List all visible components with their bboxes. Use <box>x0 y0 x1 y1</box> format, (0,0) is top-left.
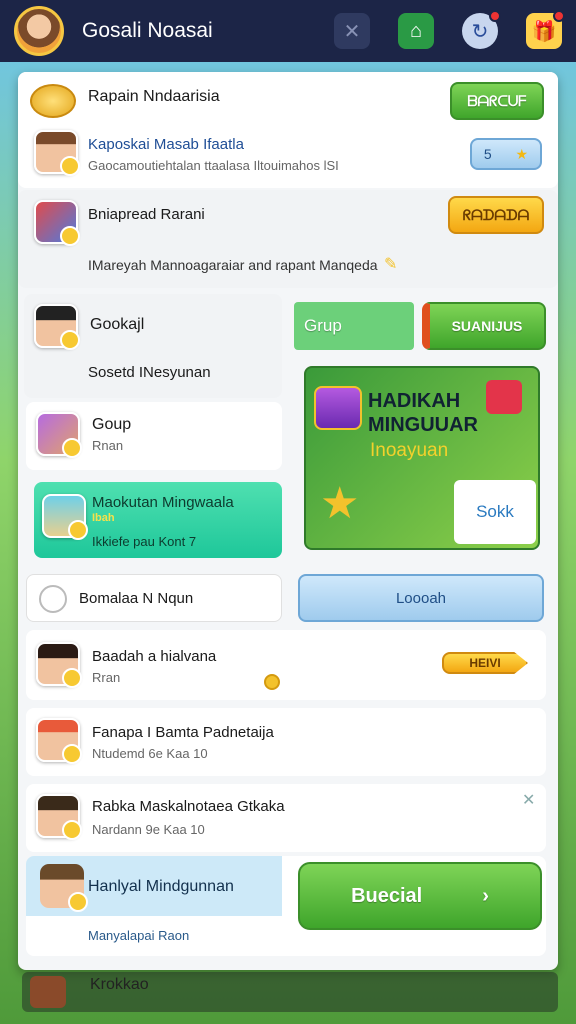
notification-dot <box>553 10 565 22</box>
player-avatar[interactable] <box>36 718 82 764</box>
weekly-gift-banner[interactable]: HADIKAH MINGUUAR Inoayuan ★ Sokk <box>304 366 540 550</box>
row-subtitle: Sosetd INesyunan <box>88 364 211 381</box>
row-subtitle: Gaocamoutiehtalan ttaalasa Iltouimahos l… <box>88 158 339 173</box>
lock-icon <box>39 585 67 613</box>
player-avatar[interactable] <box>36 794 82 840</box>
row-title: Rabka Maskalnotaea Gtkaka <box>92 798 285 815</box>
chest-icon <box>314 386 362 430</box>
row-title: Krokkao <box>90 976 149 993</box>
row-title: Baadah a hialvana <box>92 648 217 665</box>
star-icon: ★ <box>320 479 360 528</box>
row-title: Kaposkai Masab Ifaatla <box>88 136 244 153</box>
player-avatar[interactable] <box>14 6 64 56</box>
home-icon[interactable]: ⌂ <box>398 13 434 49</box>
sync-icon[interactable]: ↻ <box>462 10 501 49</box>
row-title: Hanlyal Mindgunnan <box>88 878 234 895</box>
row-subtitle: Nardann 9e Kaa 10 <box>92 822 205 837</box>
search-button[interactable]: ᗷᗩᖇᑕᑌᖴ <box>450 82 544 120</box>
bottom-strip: Krokkao <box>22 972 558 1012</box>
player-avatar[interactable] <box>42 494 88 540</box>
claim-button[interactable]: Sokk <box>454 480 536 544</box>
special-button[interactable]: Buecial › <box>298 862 542 930</box>
chest-icon <box>30 976 66 1008</box>
join-button[interactable]: SUANIJUS <box>422 302 546 350</box>
banner-title: MINGUUAR <box>368 414 478 436</box>
star-count: 5 <box>483 146 492 162</box>
star-icon: ★ <box>515 145 529 162</box>
list-item[interactable]: Rabka Maskalnotaea Gtkaka Nardann 9e Kaa… <box>26 784 546 852</box>
close-icon[interactable]: ✕ <box>522 790 535 810</box>
row-title: Bniapread Rarani <box>88 206 205 223</box>
player-avatar[interactable] <box>34 130 80 176</box>
list-item[interactable]: Baadah a hialvana Rran HEIVI <box>26 630 546 700</box>
highlight-item[interactable]: Maokutan Mingwaala Ibah Ikkiefe pau Kont… <box>34 482 282 558</box>
row-subtitle: Ntudemd 6e Kaa 10 <box>92 746 208 761</box>
star-counter[interactable]: 5 ★ <box>470 138 542 170</box>
row-subtitle: Ikkiefe pau Kont 7 <box>92 534 197 549</box>
row-subtitle: Rran <box>92 670 121 685</box>
close-icon[interactable]: ✕ <box>334 13 370 49</box>
row-title: Maokutan Mingwaala <box>92 494 234 511</box>
row-subtitle: Rnan <box>92 438 124 453</box>
banner-title: HADIKAH <box>368 390 461 412</box>
gift-icon[interactable]: 🎁 <box>526 10 565 49</box>
chest-icon <box>34 200 80 246</box>
notification-dot <box>489 10 501 22</box>
row-title: Goup <box>92 416 132 433</box>
player-avatar[interactable] <box>36 642 82 688</box>
header-card: Rapain Nndaarisia ᗷᗩᖇᑕᑌᖴ Kaposkai Masab … <box>18 72 558 188</box>
row-title: Rapain Nndaarisia <box>88 88 220 105</box>
tab-group[interactable]: Grup <box>294 302 414 350</box>
row-title: Gookajl <box>90 316 145 333</box>
list-item[interactable]: Goup Rnan <box>26 402 282 470</box>
coin-icon <box>264 674 280 690</box>
top-bar: Gosali Noasai ✕ ⌂ ↻ 🎁 <box>0 0 576 62</box>
row-tag: Ibah <box>92 512 115 524</box>
pencil-icon: ✎ <box>384 256 398 273</box>
chevron-right-icon: › <box>482 884 489 907</box>
play-button[interactable]: HEIVI <box>442 652 528 674</box>
button-label: Buecial <box>351 884 423 907</box>
row-title: Bomalaa N Nqun <box>79 590 194 607</box>
player-avatar[interactable] <box>40 864 88 912</box>
banner-subtitle: Inoayuan <box>370 440 449 461</box>
list-item[interactable]: Fanapa I Bamta Padnetaija Ntudemd 6e Kaa… <box>26 708 546 776</box>
player-name: Gosali Noasai <box>82 19 213 42</box>
load-button[interactable]: Loooah <box>298 574 544 622</box>
claim-button[interactable]: ᖇᗩᗪᗩᗪᗩ <box>448 196 544 234</box>
player-avatar[interactable] <box>36 412 82 458</box>
list-item[interactable]: Bomalaa N Nqun <box>26 574 282 622</box>
coin-pile-icon <box>30 84 76 118</box>
gift-box-icon <box>486 380 522 414</box>
row-subtitle: Manyalapai Raon <box>88 928 190 943</box>
player-avatar[interactable] <box>34 304 80 350</box>
main-panel: Rapain Nndaarisia ᗷᗩᖇᑕᑌᖴ Kaposkai Masab … <box>18 72 558 970</box>
group-card: Gookajl Sosetd INesyunan <box>24 294 282 398</box>
list-item[interactable]: Bniapread Rarani ᖇᗩᗪᗩᗪᗩ IMareyah Mannoag… <box>18 190 558 288</box>
list-item[interactable]: Hanlyal Mindgunnan Manyalapai Raon Bueci… <box>26 856 546 956</box>
row-title: Fanapa I Bamta Padnetaija <box>92 724 274 741</box>
row-subtitle: IMareyah Mannoagaraiar and rapant Manqed… <box>88 257 378 273</box>
